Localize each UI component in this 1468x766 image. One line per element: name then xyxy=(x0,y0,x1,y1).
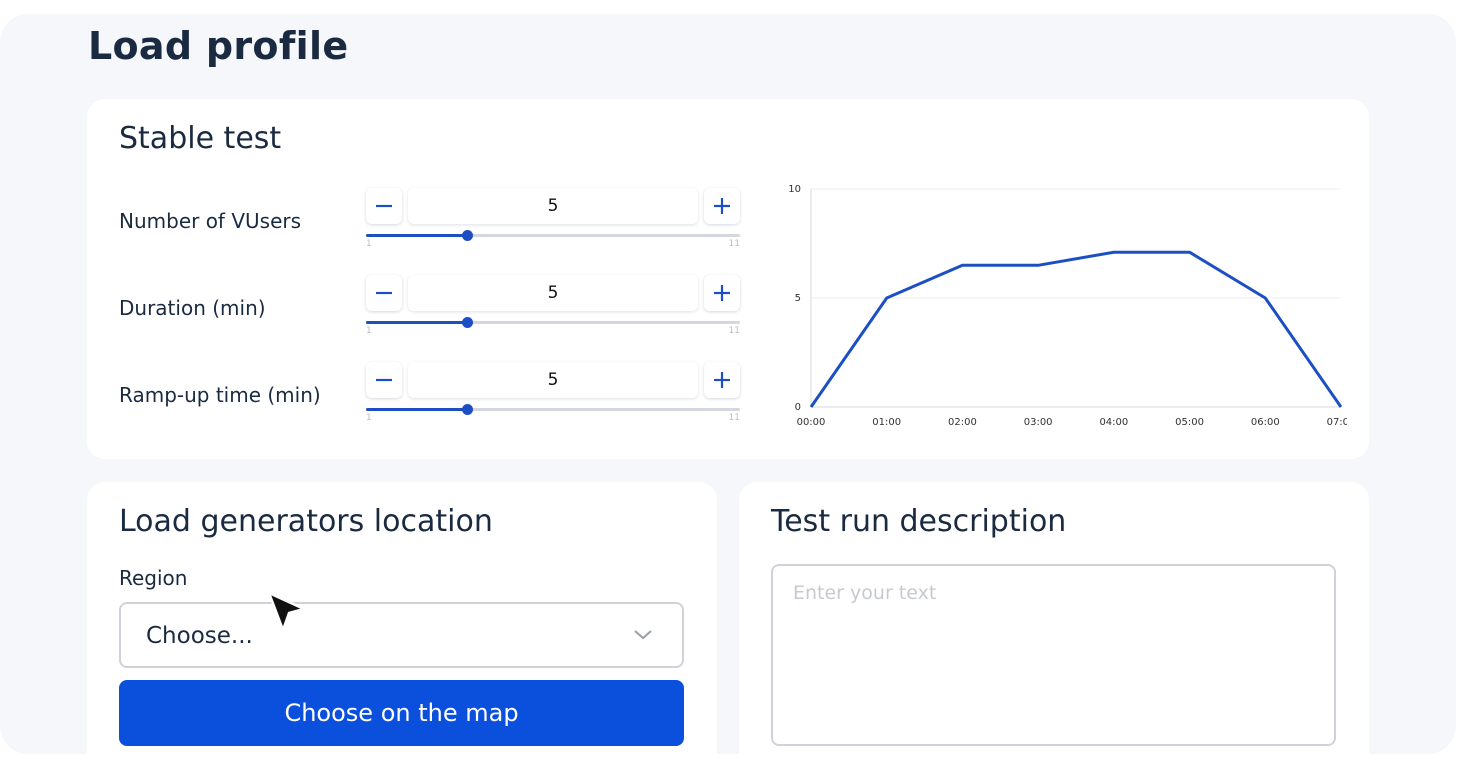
ramp-up-stepper: 5 xyxy=(366,362,740,398)
region-label: Region xyxy=(119,566,188,590)
page-title: Load profile xyxy=(88,24,349,68)
vusers-stepper: 5 xyxy=(366,188,740,224)
plus-icon xyxy=(714,198,730,214)
slider-thumb[interactable] xyxy=(461,230,473,241)
load-generators-card: Load generators location Region Choose..… xyxy=(87,482,717,766)
minus-icon xyxy=(376,378,392,382)
vusers-increment-button[interactable] xyxy=(704,188,740,224)
chart-y-tick-label: 0 xyxy=(795,402,801,413)
chart-y-tick-label: 5 xyxy=(795,293,801,304)
slider-min-label: 1 xyxy=(366,326,372,336)
duration-slider[interactable]: 1 11 xyxy=(366,316,740,336)
mouse-cursor-icon xyxy=(267,591,306,632)
slider-min-label: 1 xyxy=(366,239,372,249)
stable-test-card: Stable test Number of VUsers 5 1 11 Dura… xyxy=(87,99,1369,459)
chart-y-tick-label: 10 xyxy=(788,184,801,195)
chart-x-tick-label: 05:00 xyxy=(1175,417,1204,428)
duration-increment-button[interactable] xyxy=(704,275,740,311)
ramp-up-slider[interactable]: 1 11 xyxy=(366,403,740,423)
slider-max-label: 11 xyxy=(728,326,740,336)
minus-icon xyxy=(376,204,392,208)
chevron-down-icon xyxy=(634,630,652,640)
stable-test-title: Stable test xyxy=(119,121,282,156)
plus-icon xyxy=(714,372,730,388)
choose-on-map-button[interactable]: Choose on the map xyxy=(119,680,684,746)
duration-label: Duration (min) xyxy=(119,296,266,320)
minus-icon xyxy=(376,291,392,295)
duration-decrement-button[interactable] xyxy=(366,275,402,311)
chart-x-tick-label: 03:00 xyxy=(1024,417,1053,428)
slider-min-label: 1 xyxy=(366,413,372,423)
region-select-value: Choose... xyxy=(146,623,253,649)
duration-stepper: 5 xyxy=(366,275,740,311)
chart-x-tick-label: 00:00 xyxy=(797,417,826,428)
chart-x-tick-label: 04:00 xyxy=(1099,417,1128,428)
test-run-description-title: Test run description xyxy=(771,504,1067,539)
slider-thumb[interactable] xyxy=(461,404,473,415)
vusers-input[interactable]: 5 xyxy=(408,188,698,224)
load-chart: 0 5 10 00:00 01:00 02:00 03:00 04:00 05:00 06:00 0… xyxy=(788,184,1347,428)
ramp-up-decrement-button[interactable] xyxy=(366,362,402,398)
region-select[interactable]: Choose... xyxy=(119,602,684,668)
chart-x-tick-label: 01:00 xyxy=(872,417,901,428)
chart-x-tick-label: 02:00 xyxy=(948,417,977,428)
vusers-label: Number of VUsers xyxy=(119,209,302,233)
description-textarea[interactable] xyxy=(771,564,1336,746)
vusers-decrement-button[interactable] xyxy=(366,188,402,224)
ramp-up-increment-button[interactable] xyxy=(704,362,740,398)
slider-fill xyxy=(366,321,467,324)
slider-fill xyxy=(366,234,467,237)
ramp-up-input[interactable]: 5 xyxy=(408,362,698,398)
chart-x-tick-label: 06:00 xyxy=(1251,417,1280,428)
chart-series-line xyxy=(809,250,1343,408)
ramp-up-label: Ramp-up time (min) xyxy=(119,383,321,407)
load-profile-page: Load profile Stable test Number of VUser… xyxy=(0,14,1456,766)
slider-fill xyxy=(366,408,467,411)
load-generators-title: Load generators location xyxy=(119,504,493,539)
slider-thumb[interactable] xyxy=(461,317,473,328)
plus-icon xyxy=(714,285,730,301)
vusers-slider[interactable]: 1 11 xyxy=(366,229,740,249)
chart-x-tick-label: 07:00 xyxy=(1327,417,1347,428)
slider-max-label: 11 xyxy=(728,239,740,249)
duration-input[interactable]: 5 xyxy=(408,275,698,311)
test-run-description-card: Test run description xyxy=(739,482,1369,766)
slider-max-label: 11 xyxy=(728,413,740,423)
